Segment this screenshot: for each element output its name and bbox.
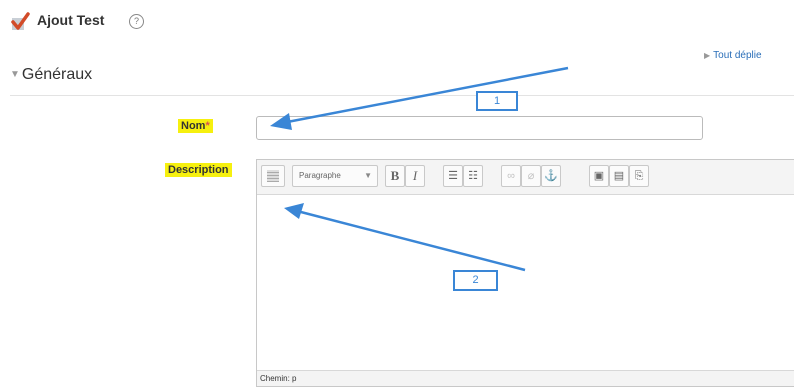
required-marker: *: [205, 120, 210, 132]
triangle-down-icon: ▼: [10, 69, 20, 80]
format-select-value: Paragraphe: [299, 171, 341, 180]
chevron-down-icon: ▼: [364, 171, 372, 180]
expand-all-link[interactable]: ▶ Tout déplie: [704, 50, 762, 61]
anchor-icon[interactable]: ⚓: [541, 165, 561, 187]
link-icon[interactable]: ∞: [501, 165, 521, 187]
editor-text-area[interactable]: [257, 195, 794, 370]
toolbar-toggle-button[interactable]: [261, 165, 285, 187]
section-title: Généraux: [21, 66, 93, 83]
annotation-badge-2: 2: [453, 270, 498, 291]
section-header[interactable]: ▼ Généraux: [10, 66, 92, 84]
help-icon[interactable]: ?: [129, 14, 144, 29]
italic-button[interactable]: I: [405, 165, 425, 187]
nom-label: Nom*: [178, 119, 213, 133]
toolbar-toggle-icon: [267, 170, 279, 182]
description-editor: Paragraphe ▼ B I ☰ ☷ ∞ ⌀ ⚓ ▣ ▤ ⎘ Chemin:…: [256, 159, 794, 387]
editor-path-status: Chemin: p: [257, 370, 794, 386]
unlink-icon[interactable]: ⌀: [521, 165, 541, 187]
numbered-list-icon[interactable]: ☷: [463, 165, 483, 187]
page-title: Ajout Test: [37, 12, 105, 28]
section-divider: [10, 95, 794, 96]
image-icon[interactable]: ▣: [589, 165, 609, 187]
bullet-list-icon[interactable]: ☰: [443, 165, 463, 187]
triangle-right-icon: ▶: [704, 51, 711, 60]
nom-input[interactable]: [256, 116, 703, 140]
nom-label-text: Nom: [181, 120, 206, 132]
media-icon[interactable]: ▤: [609, 165, 629, 187]
checkmark-icon: [11, 12, 30, 30]
expand-all-label: Tout déplie: [713, 50, 762, 61]
format-select[interactable]: Paragraphe ▼: [292, 165, 378, 187]
bold-button[interactable]: B: [385, 165, 405, 187]
annotation-badge-1: 1: [476, 91, 518, 111]
editor-toolbar: Paragraphe ▼ B I ☰ ☷ ∞ ⌀ ⚓ ▣ ▤ ⎘: [257, 160, 794, 195]
manage-files-icon[interactable]: ⎘: [629, 165, 649, 187]
description-label: Description: [165, 163, 232, 177]
